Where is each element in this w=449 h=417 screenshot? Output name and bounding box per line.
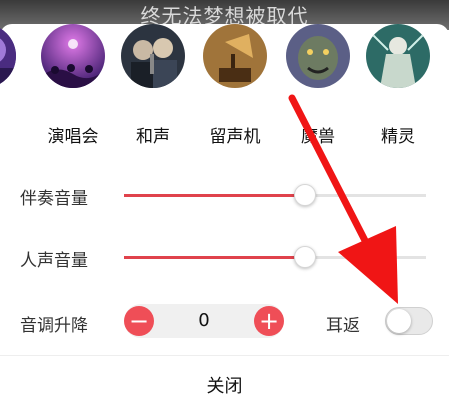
effect-label: 留声机 (209, 127, 261, 147)
slider-fill (124, 256, 306, 259)
vocal-volume-label: 人声音量 (20, 251, 88, 271)
effect-label: 精灵 (381, 127, 415, 147)
pitch-decrease-button[interactable]: − (124, 306, 154, 336)
ear-return-toggle[interactable] (385, 307, 433, 335)
effect-item-partial[interactable]: 方 (0, 24, 24, 154)
pitch-increase-button[interactable]: + (254, 306, 284, 336)
harmony-icon (121, 24, 185, 88)
close-button[interactable]: 关闭 (0, 356, 449, 417)
effect-item-harmony[interactable]: 和声 (113, 24, 193, 154)
slider-fill (124, 194, 306, 197)
elf-icon (366, 24, 430, 88)
accompaniment-volume-slider[interactable] (124, 183, 426, 207)
effect-item-concert[interactable]: 演唱会 (33, 24, 113, 154)
effect-label: 和声 (136, 127, 170, 147)
concert-icon (41, 24, 105, 88)
effect-label: 演唱会 (47, 127, 99, 147)
gramophone-icon (203, 24, 267, 88)
accompaniment-volume-label: 伴奏音量 (20, 189, 88, 209)
pitch-value: 0 (198, 310, 210, 331)
effect-label: 方 (0, 122, 24, 147)
effect-item-elf[interactable]: 精灵 (358, 24, 438, 154)
effect-label: 魔兽 (301, 127, 335, 147)
effect-item-gramophone[interactable]: 留声机 (195, 24, 275, 154)
vocal-volume-slider[interactable] (124, 245, 426, 269)
monster-icon (286, 24, 350, 88)
pitch-stepper: − 0 + (124, 304, 284, 338)
toggle-knob (387, 309, 411, 333)
slider-thumb[interactable] (294, 246, 317, 268)
pitch-label: 音调升降 (20, 316, 88, 336)
effects-carousel[interactable]: 方 演唱会 和声 (0, 24, 449, 154)
partial-effect-icon (0, 24, 16, 88)
ear-return-label: 耳返 (326, 316, 360, 336)
effect-item-monster[interactable]: 魔兽 (278, 24, 358, 154)
slider-thumb[interactable] (294, 184, 317, 206)
